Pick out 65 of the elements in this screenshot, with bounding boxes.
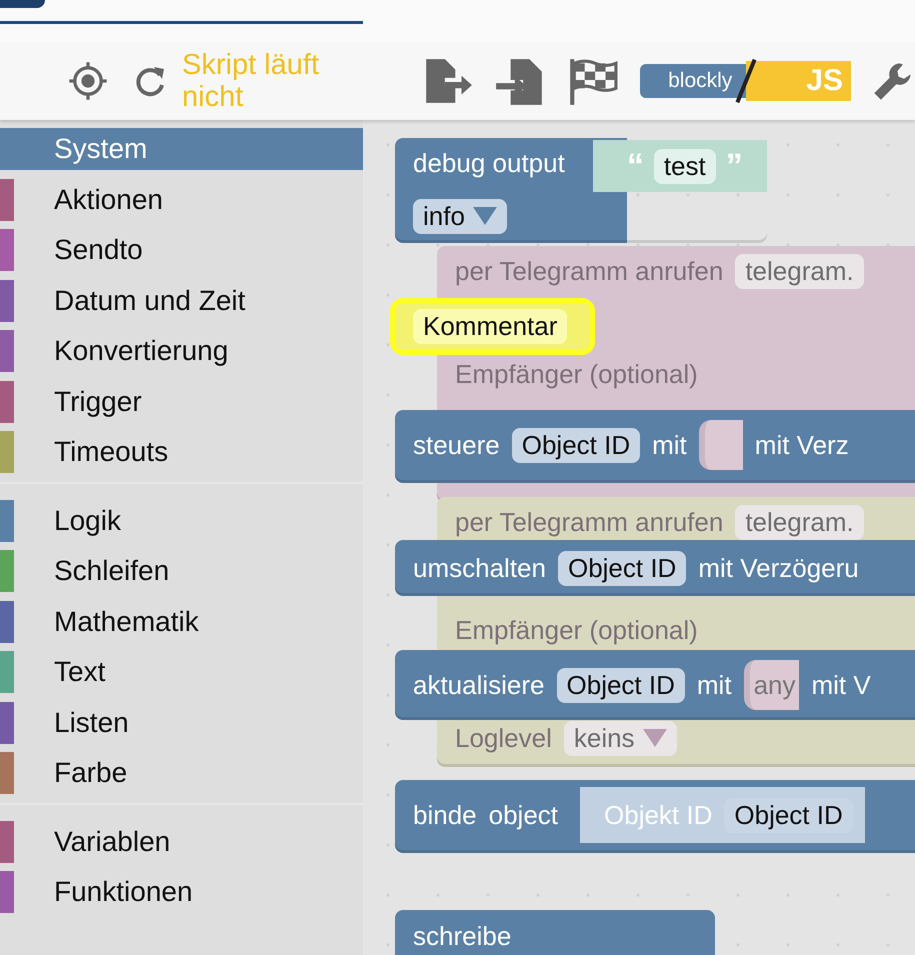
block-label: Objekt ID bbox=[604, 800, 712, 830]
category-item[interactable]: Sendto bbox=[0, 229, 363, 271]
category-label: Trigger bbox=[54, 386, 142, 418]
code-block[interactable]: debug output “ test ” info bbox=[395, 138, 767, 243]
code-block[interactable]: steuere Object ID mit mit Verz bbox=[395, 410, 915, 483]
mode-toggle[interactable]: blockly JS bbox=[640, 61, 851, 101]
block-label: per Telegramm anrufen bbox=[455, 256, 724, 286]
category-item[interactable]: System bbox=[0, 128, 363, 170]
category-item[interactable]: Logik bbox=[0, 500, 363, 542]
category-label: Farbe bbox=[54, 757, 128, 789]
block-label: mit bbox=[696, 670, 732, 700]
block-label: mit bbox=[652, 430, 687, 460]
block-label: debug output bbox=[413, 148, 565, 178]
category-item[interactable]: Farbe bbox=[0, 752, 363, 794]
category-label: Datum und Zeit bbox=[54, 284, 246, 316]
block-label: Empfänger (optional) bbox=[455, 358, 698, 390]
category-item[interactable]: Listen bbox=[0, 702, 363, 744]
block-label: Empfänger (optional) bbox=[455, 614, 698, 646]
input-socket[interactable] bbox=[698, 420, 743, 470]
category-label: Aktionen bbox=[54, 184, 163, 216]
category-item[interactable]: Timeouts bbox=[0, 431, 363, 473]
block-field[interactable]: Kommentar bbox=[413, 308, 568, 344]
block-field[interactable]: Object ID bbox=[556, 668, 685, 702]
category-item[interactable]: Datum und Zeit bbox=[0, 280, 363, 322]
block-label: Loglevel bbox=[455, 722, 552, 754]
dropdown[interactable]: info bbox=[413, 198, 507, 234]
script-status: Skript läuft nicht bbox=[182, 49, 320, 113]
block-label: mit Verz bbox=[754, 430, 849, 460]
category-item[interactable]: Mathematik bbox=[0, 600, 363, 642]
code-block[interactable]: binde object Objekt ID Object ID bbox=[395, 780, 915, 853]
category-item[interactable]: Konvertierung bbox=[0, 330, 363, 372]
category-item[interactable]: Schleifen bbox=[0, 550, 363, 592]
block-field[interactable]: test bbox=[654, 148, 716, 184]
block-field[interactable]: Object ID bbox=[512, 428, 640, 462]
block-label: mit V bbox=[811, 670, 871, 700]
category-item[interactable]: Trigger bbox=[0, 380, 363, 422]
block-label: schreibe bbox=[413, 920, 512, 952]
code-block[interactable]: umschalten Object ID mit Verzögeru bbox=[395, 540, 915, 596]
code-block[interactable]: aktualisiere Object ID mit any mit V bbox=[395, 650, 915, 720]
code-block[interactable]: schreibe bbox=[395, 910, 715, 955]
block-label: per Telegramm anrufen bbox=[455, 506, 724, 538]
category-label: Funktionen bbox=[54, 876, 193, 908]
category-label: Schleifen bbox=[54, 555, 170, 587]
category-label: Listen bbox=[54, 706, 129, 738]
category-label: Variablen bbox=[54, 826, 170, 858]
code-block[interactable]: Kommentar bbox=[395, 303, 590, 350]
category-label: Konvertierung bbox=[54, 335, 228, 367]
block-label: object bbox=[488, 800, 558, 830]
category-label: Text bbox=[54, 656, 106, 688]
category-item[interactable]: Funktionen bbox=[0, 871, 363, 913]
tab-edge bbox=[0, 0, 45, 8]
block-label: mit Verzögeru bbox=[698, 552, 859, 584]
block-field[interactable]: Object ID bbox=[724, 798, 853, 832]
block-label: binde bbox=[413, 800, 477, 830]
category-item[interactable]: Text bbox=[0, 651, 363, 693]
category-label: Timeouts bbox=[54, 436, 168, 468]
quote-mark: ” bbox=[726, 146, 743, 186]
category-label: Logik bbox=[54, 504, 121, 536]
block-field[interactable]: Object ID bbox=[558, 550, 686, 586]
category-label: Mathematik bbox=[54, 606, 199, 638]
category-label: System bbox=[54, 133, 148, 165]
quote-mark: “ bbox=[626, 146, 644, 186]
category-item[interactable]: Variablen bbox=[0, 820, 363, 862]
category-item[interactable]: Aktionen bbox=[0, 178, 363, 220]
category-label: Sendto bbox=[54, 234, 143, 266]
